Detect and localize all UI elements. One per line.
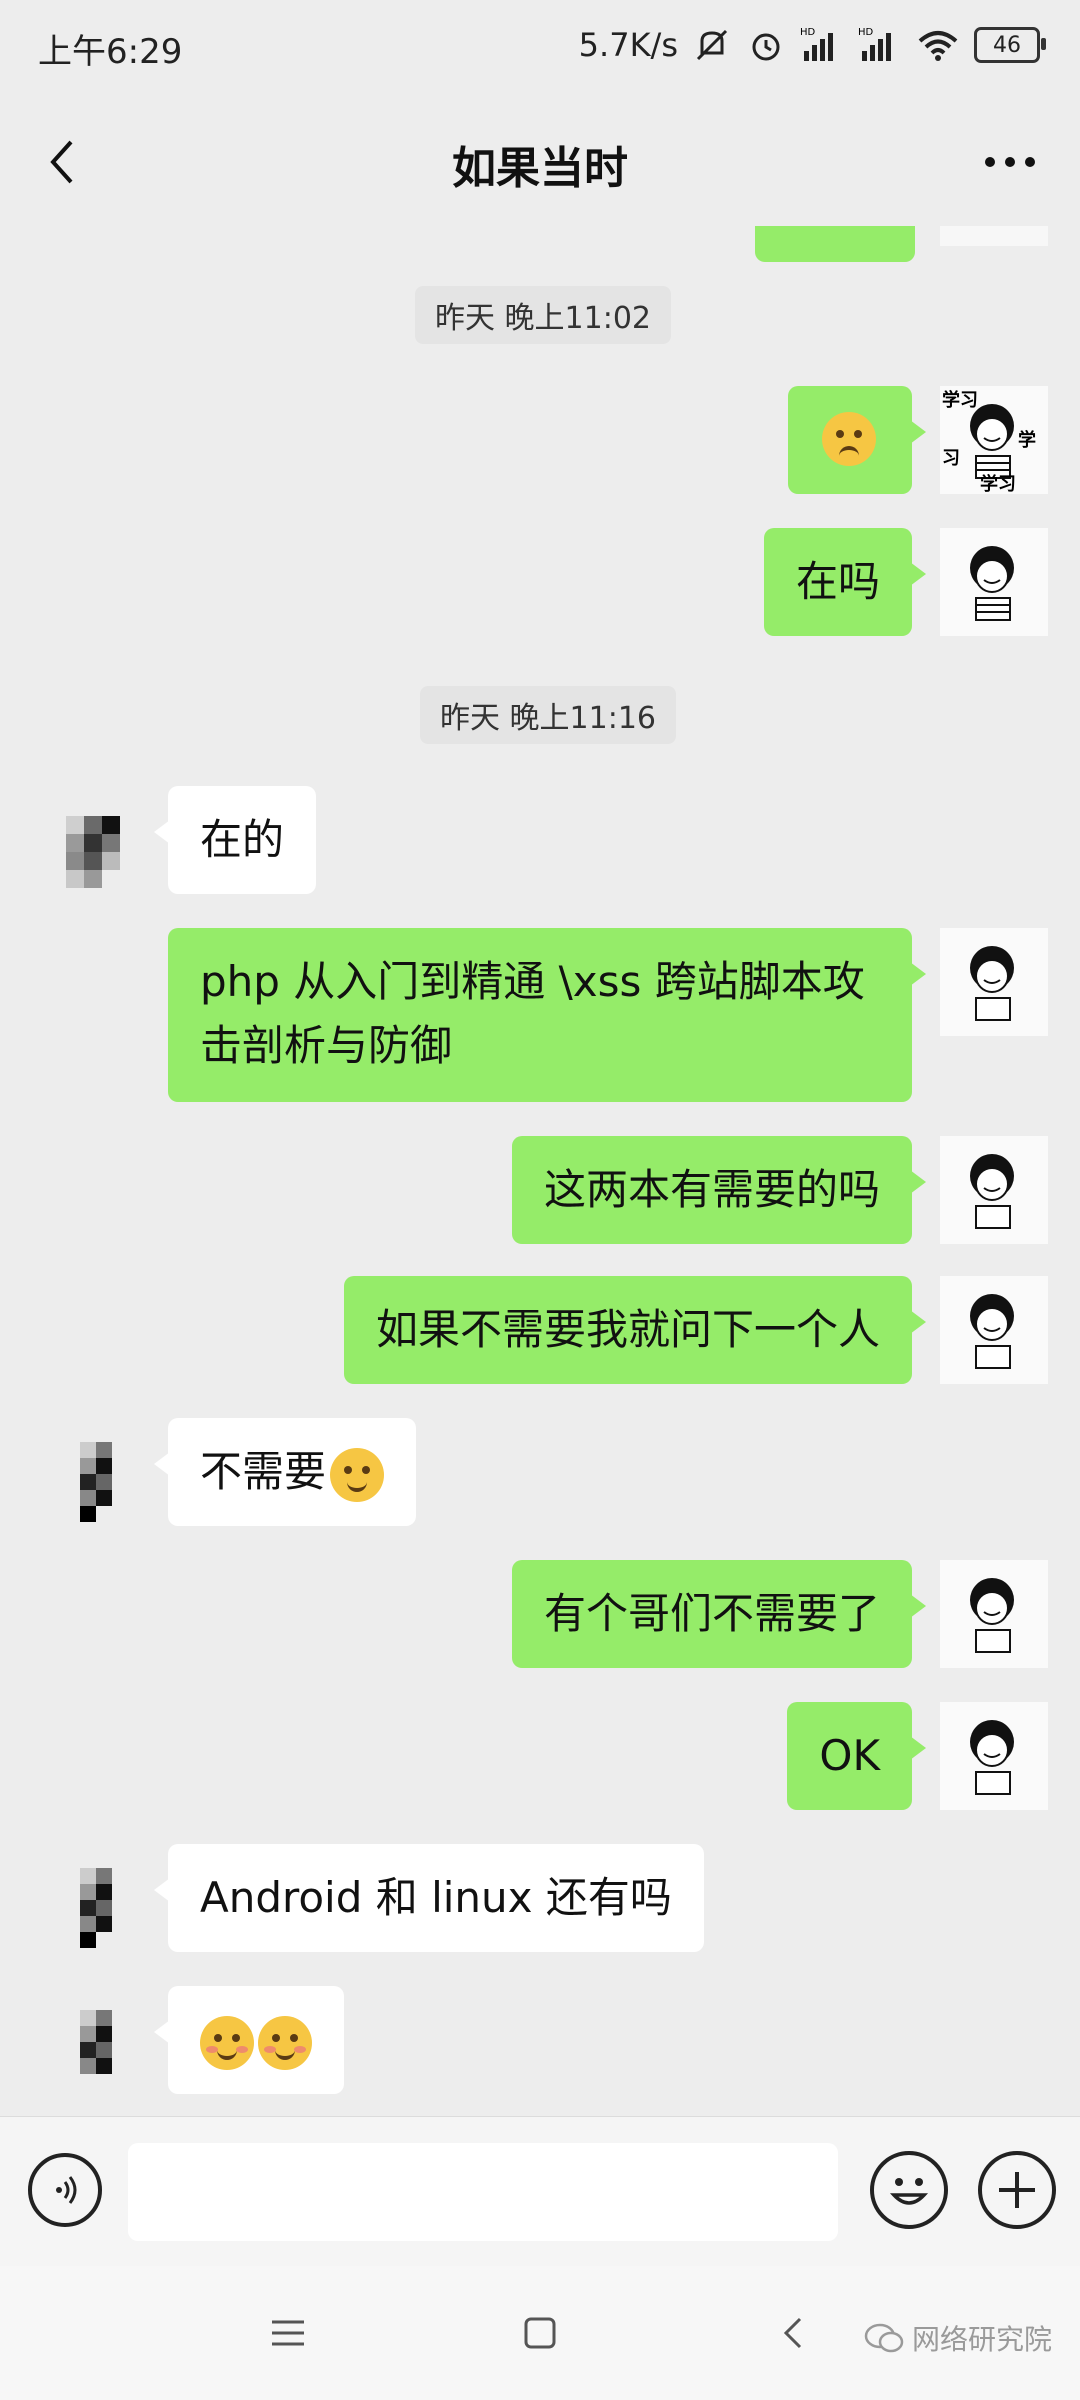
message-row-received: 在的 bbox=[0, 786, 1080, 906]
received-bubble[interactable] bbox=[154, 1986, 344, 2094]
study-girl-avatar-icon bbox=[940, 1702, 1048, 1810]
study-girl-avatar-icon bbox=[940, 1560, 1048, 1668]
message-row-received bbox=[0, 1986, 1080, 2106]
message-row-sent: 这两本有需要的吗 bbox=[0, 1136, 1080, 1246]
watermark: 网络研究院 bbox=[864, 2318, 1052, 2358]
study-girl-avatar-icon bbox=[940, 1136, 1048, 1244]
study-girl-avatar-icon bbox=[940, 928, 1048, 1036]
sent-bubble[interactable]: php 从入门到精通 \xss 跨站脚本攻击剖析与防御 bbox=[168, 928, 926, 1102]
square-home-icon bbox=[524, 2317, 556, 2349]
chat-title: 如果当时 bbox=[452, 143, 628, 194]
voice-input-button[interactable] bbox=[28, 2153, 102, 2227]
sent-bubble[interactable]: 如果不需要我就问下一个人 bbox=[343, 1276, 927, 1384]
timestamp: 昨天 晚上11:02 bbox=[415, 286, 671, 344]
previous-avatar[interactable] bbox=[940, 226, 1048, 246]
more-options-button[interactable] bbox=[970, 132, 1050, 192]
received-text: 不需要 bbox=[200, 1447, 327, 1496]
wifi-icon bbox=[916, 25, 960, 65]
my-avatar[interactable] bbox=[940, 1560, 1048, 1668]
received-bubble[interactable]: 在的 bbox=[153, 786, 317, 894]
contact-avatar[interactable] bbox=[36, 1854, 144, 1962]
my-avatar[interactable] bbox=[940, 1276, 1048, 1384]
my-avatar[interactable]: 学习 学 习 学习 bbox=[940, 386, 1048, 494]
message-input[interactable] bbox=[128, 2143, 838, 2241]
status-bar: 上午6:29 5.7K/s HD HD 46 bbox=[0, 0, 1080, 96]
watermark-text: 网络研究院 bbox=[911, 2323, 1052, 2356]
received-bubble[interactable]: Android 和 linux 还有吗 bbox=[154, 1844, 704, 1952]
message-row-sent: OK bbox=[0, 1702, 1080, 1812]
my-avatar[interactable] bbox=[940, 1136, 1048, 1244]
sent-bubble[interactable]: 在吗 bbox=[763, 528, 927, 636]
my-avatar[interactable] bbox=[940, 528, 1048, 636]
message-row-sent: 在吗 bbox=[0, 528, 1080, 638]
system-nav-bar: 网络研究院 bbox=[0, 2266, 1080, 2400]
timestamp: 昨天 晚上11:16 bbox=[420, 686, 676, 744]
blushing-smile-emoji-icon bbox=[200, 2015, 254, 2070]
pixelated-avatar-icon bbox=[80, 1442, 112, 1522]
message-row-received: 不需要 bbox=[0, 1418, 1080, 1538]
sent-bubble[interactable] bbox=[788, 386, 926, 494]
message-row-sent: php 从入门到精通 \xss 跨站脚本攻击剖析与防御 bbox=[0, 928, 1080, 1104]
study-girl-avatar-icon: 学习 学 习 学习 bbox=[940, 386, 1048, 494]
net-speed: 5.7K/s bbox=[578, 26, 678, 64]
plus-icon bbox=[999, 2172, 1035, 2208]
my-avatar[interactable] bbox=[940, 928, 1048, 1036]
chat-header: 如果当时 bbox=[0, 96, 1080, 226]
wechat-logo-icon bbox=[864, 2323, 904, 2353]
my-avatar[interactable] bbox=[940, 1702, 1048, 1810]
svg-text:习: 习 bbox=[942, 448, 960, 469]
message-row-received: Android 和 linux 还有吗 bbox=[0, 1844, 1080, 1964]
battery-icon: 46 bbox=[974, 27, 1046, 63]
more-actions-button[interactable] bbox=[978, 2151, 1056, 2229]
svg-text:学习: 学习 bbox=[980, 473, 1016, 494]
message-row-sent: 有个哥们不需要了 bbox=[0, 1560, 1080, 1670]
back-nav-button[interactable] bbox=[752, 2296, 832, 2370]
study-girl-avatar-icon bbox=[940, 1276, 1048, 1384]
hamburger-icon bbox=[272, 2320, 304, 2346]
alarm-icon bbox=[746, 25, 786, 65]
message-row-sent: 如果不需要我就问下一个人 bbox=[0, 1276, 1080, 1386]
svg-text:HD: HD bbox=[858, 27, 874, 38]
chevron-left-icon bbox=[783, 2317, 802, 2349]
signal-icon-2: HD bbox=[858, 25, 902, 65]
previous-sent-bubble[interactable] bbox=[755, 226, 915, 262]
mute-icon bbox=[692, 25, 732, 65]
menu-nav-button[interactable] bbox=[248, 2296, 328, 2370]
contact-avatar[interactable] bbox=[36, 1996, 144, 2104]
pixelated-avatar-icon bbox=[80, 2010, 112, 2074]
pixelated-avatar-icon bbox=[80, 1868, 112, 1948]
sent-bubble[interactable]: 这两本有需要的吗 bbox=[511, 1136, 927, 1244]
pleading-face-icon bbox=[822, 412, 876, 466]
status-time: 上午6:29 bbox=[38, 32, 183, 72]
svg-text:学习: 学习 bbox=[942, 389, 978, 411]
sent-bubble[interactable]: 有个哥们不需要了 bbox=[511, 1560, 927, 1668]
received-bubble[interactable]: 不需要 bbox=[153, 1418, 417, 1526]
home-nav-button[interactable] bbox=[500, 2296, 580, 2370]
message-list[interactable]: 昨天 晚上11:02 学习 学 习 学习 在吗 昨天 晚上11:16 在的 ph… bbox=[0, 226, 1080, 2116]
svg-text:学: 学 bbox=[1018, 429, 1036, 451]
status-icons: 5.7K/s HD HD 46 bbox=[578, 20, 1046, 70]
study-girl-avatar-icon bbox=[940, 528, 1048, 636]
pixelated-avatar-icon bbox=[66, 816, 120, 888]
contact-avatar[interactable] bbox=[36, 796, 144, 904]
blushing-smile-emoji-icon bbox=[258, 2015, 312, 2070]
more-dots-icon bbox=[985, 157, 1035, 167]
facepalm-laughing-emoji-icon bbox=[330, 1447, 385, 1502]
contact-avatar[interactable] bbox=[36, 1428, 144, 1536]
input-bar bbox=[0, 2116, 1080, 2267]
voice-icon bbox=[56, 2176, 77, 2204]
message-row-sent: 学习 学 习 学习 bbox=[0, 386, 1080, 496]
svg-text:HD: HD bbox=[800, 27, 816, 38]
sent-bubble[interactable]: OK bbox=[787, 1702, 926, 1810]
smiley-icon bbox=[889, 2178, 929, 2205]
emoji-button[interactable] bbox=[870, 2151, 948, 2229]
signal-icon-1: HD bbox=[800, 25, 844, 65]
